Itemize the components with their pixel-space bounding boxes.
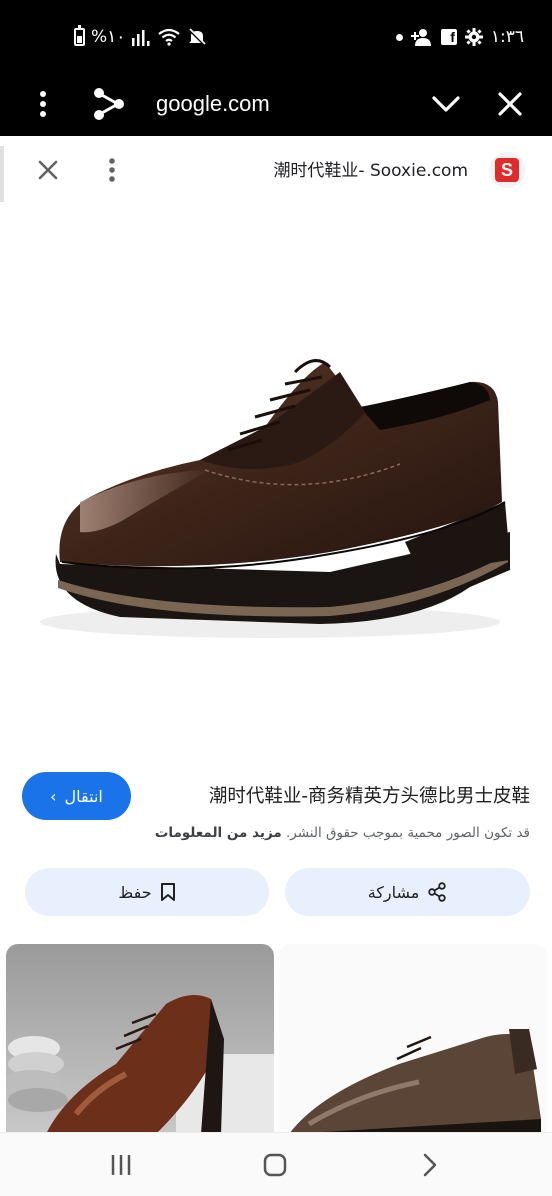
share-button[interactable]: مشاركة	[285, 868, 530, 916]
save-label: حفظ	[118, 882, 152, 902]
recent-apps-icon[interactable]	[105, 1149, 137, 1181]
related-shoe-grey-brown-image	[289, 1029, 541, 1134]
settings-gear-icon	[464, 28, 483, 46]
close-icon[interactable]	[490, 84, 530, 124]
visit-chevron-icon: ‹	[50, 786, 57, 806]
signal-icon	[132, 30, 150, 46]
share-icon[interactable]	[88, 82, 128, 126]
copyright-notice: قد تكون الصور محمية بموجب حقوق النشر. مز…	[155, 825, 530, 841]
image-title[interactable]: 潮时代鞋业-商务精英方头德比男士皮鞋	[209, 782, 530, 808]
share-icon	[428, 882, 447, 902]
visit-label: انتقال	[64, 786, 103, 806]
mute-icon	[188, 27, 207, 47]
battery-percent: %١٠	[91, 27, 126, 47]
url-text[interactable]: google.com	[156, 84, 270, 124]
copyright-text: قد تكون الصور محمية بموجب حقوق النشر.	[286, 825, 530, 841]
source-title[interactable]: 潮时代鞋业- Sooxie.com	[273, 156, 468, 181]
main-product-image[interactable]	[0, 202, 552, 742]
bookmark-icon	[160, 883, 175, 901]
clock: ١:٣٦	[490, 27, 524, 47]
favicon-letter: S	[495, 158, 519, 182]
learn-more-link[interactable]: مزيد من المعلومات	[155, 825, 282, 841]
system-nav-bar	[0, 1132, 552, 1196]
related-shoe-brown-image	[6, 995, 274, 1134]
visit-button[interactable]: ‹ انتقال	[22, 772, 131, 820]
home-icon[interactable]	[258, 1149, 292, 1181]
facebook-icon: f	[440, 29, 457, 45]
status-right: f ١:٣٦	[395, 24, 524, 50]
image-viewer-header: 潮时代鞋业- Sooxie.com S	[0, 136, 552, 202]
close-viewer-icon[interactable]	[28, 150, 68, 190]
status-bar: %١٠ f ١:٣٦	[0, 0, 552, 72]
shoe-image	[40, 359, 511, 638]
related-image-card[interactable]	[279, 944, 547, 1134]
add-user-icon	[410, 29, 431, 46]
chevron-down-icon[interactable]	[426, 84, 466, 124]
site-favicon: S	[489, 152, 525, 188]
back-icon[interactable]	[414, 1149, 446, 1181]
share-label: مشاركة	[367, 882, 420, 902]
related-image-card[interactable]	[6, 944, 274, 1134]
notification-dot-icon	[395, 33, 403, 41]
custom-tab-toolbar: google.com	[0, 72, 552, 136]
more-options-icon[interactable]	[28, 84, 58, 124]
status-left: %١٠	[74, 24, 207, 50]
more-vert-icon[interactable]	[96, 150, 128, 190]
save-button[interactable]: حفظ	[25, 868, 269, 916]
wifi-icon	[158, 28, 181, 46]
battery-icon	[74, 25, 85, 46]
